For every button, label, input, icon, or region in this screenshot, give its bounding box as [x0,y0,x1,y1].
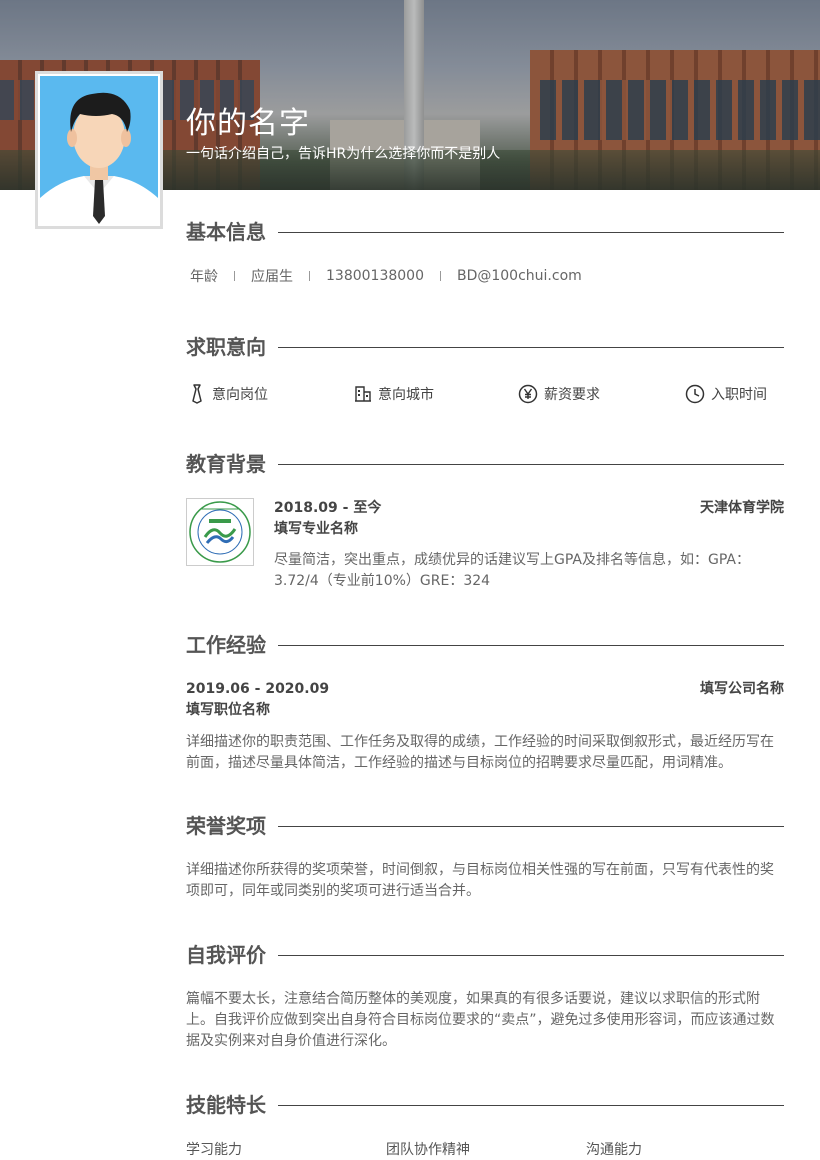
section-work: 工作经验 [186,630,784,660]
section-divider [276,232,784,233]
intent-salary-label: 薪资要求 [544,387,600,403]
edu-school: 天津体育学院 [700,500,784,516]
info-separator [234,271,235,281]
section-divider [276,347,784,348]
intent-city: 意向城市 [354,384,434,404]
info-separator [439,271,441,281]
info-age: 年龄 [190,269,218,285]
section-title: 基本信息 [186,217,278,247]
edu-period: 2018.09 - 至今 [274,500,382,516]
work-description: 详细描述你的职责范围、工作任务及取得的成绩，工作经验的时间采取倒叙形式，最近经历… [186,734,774,771]
section-divider [276,826,784,827]
school-logo [186,498,254,566]
info-email: BD@100chui.com [456,268,582,284]
work-period: 2019.06 - 2020.09 [186,681,330,697]
avatar-photo [40,76,158,224]
section-title: 荣誉奖项 [186,811,278,841]
avatar-person-icon [40,92,158,224]
section-skills: 技能特长 [186,1090,784,1120]
intent-entry-label: 入职时间 [711,387,767,403]
basic-info-row: 年龄 应届生 13800138000 BD@100chui.com [190,266,582,286]
section-divider [276,1105,784,1106]
intent-position-label: 意向岗位 [212,387,268,403]
building-icon [355,386,371,402]
section-title: 技能特长 [186,1090,278,1120]
candidate-name: 你的名字 [186,106,310,141]
info-status: 应届生 [251,269,293,285]
section-basic-info: 基本信息 [186,217,784,247]
intent-position: 意向岗位 [188,384,268,404]
intent-entry: 入职时间 [685,384,767,404]
intent-city-label: 意向城市 [378,387,434,403]
work-company: 填写公司名称 [700,681,784,697]
tie-icon [192,384,202,404]
edu-major: 填写专业名称 [274,521,358,537]
candidate-tagline: 一句话介绍自己，告诉HR为什么选择你而不是别人 [186,146,501,162]
skill-item: 沟通能力 [586,1142,642,1158]
section-title: 工作经验 [186,630,278,660]
intent-salary: 薪资要求 [518,384,600,404]
section-title: 教育背景 [186,449,278,479]
section-job-intent: 求职意向 [186,332,784,362]
clock-icon [685,384,705,404]
school-emblem-icon [189,501,251,563]
section-title: 求职意向 [186,332,278,362]
info-separator [309,271,310,281]
section-divider [276,464,784,465]
section-self-evaluation: 自我评价 [186,940,784,970]
work-title: 填写职位名称 [186,702,270,718]
yen-icon [518,384,538,404]
honors-description: 详细描述你所获得的奖项荣誉，时间倒叙，与目标岗位相关性强的写在前面，只写有代表性… [186,862,774,899]
section-education: 教育背景 [186,449,784,479]
skill-item: 学习能力 [186,1142,242,1158]
section-divider [276,955,784,956]
section-honors: 荣誉奖项 [186,811,784,841]
self-evaluation-description: 篇幅不要太长，注意结合简历整体的美观度，如果真的有很多话要说，建议以求职信的形式… [186,991,775,1049]
section-divider [276,645,784,646]
info-phone: 13800138000 [326,268,424,284]
skill-item: 团队协作精神 [386,1142,470,1158]
avatar [35,71,163,229]
section-title: 自我评价 [186,940,278,970]
edu-description: 尽量简洁，突出重点，成绩优异的话建议写上GPA及排名等信息，如：GPA：3.72… [274,552,750,589]
